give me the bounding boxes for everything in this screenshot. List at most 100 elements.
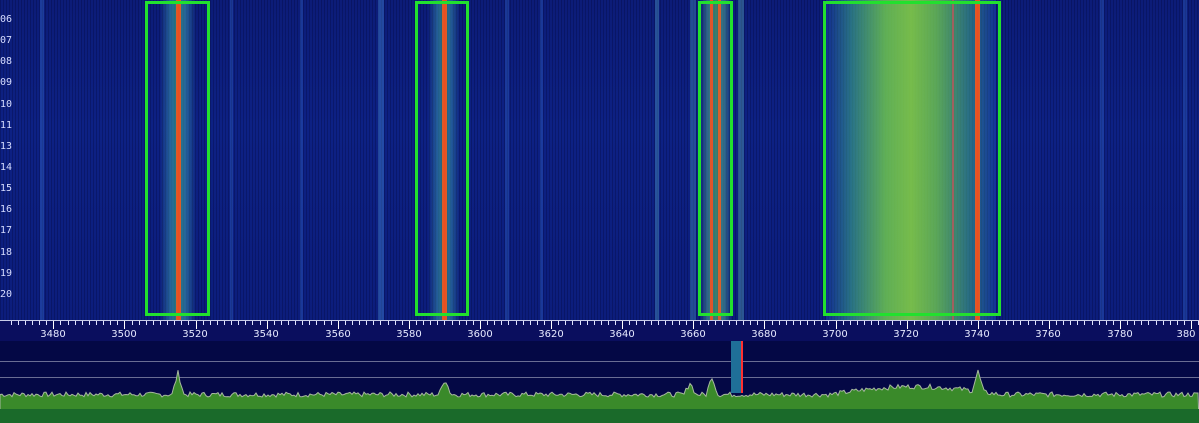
freq-label: 3640 [609, 329, 635, 340]
axis-tick [1006, 321, 1007, 325]
axis-tick [914, 321, 915, 325]
axis-tick [544, 321, 545, 325]
axis-tick [736, 321, 737, 325]
axis-tick [708, 321, 709, 325]
axis-tick [878, 321, 879, 325]
axis-tick [793, 321, 794, 325]
axis-tick [964, 321, 965, 325]
waterfall-streak [540, 0, 543, 320]
axis-tick [416, 321, 417, 325]
axis-tick [260, 321, 261, 325]
axis-tick [1092, 321, 1093, 325]
time-label: 17 [0, 225, 13, 236]
axis-tick [203, 321, 204, 325]
axis-tick [1035, 321, 1036, 325]
axis-tick [1184, 321, 1185, 325]
time-label: 20 [0, 289, 13, 300]
axis-tick [814, 321, 815, 325]
axis-tick [843, 321, 844, 325]
axis-tick [693, 321, 694, 329]
axis-tick [68, 321, 69, 325]
axis-tick [1148, 321, 1149, 325]
axis-tick [921, 321, 922, 325]
time-label: 16 [0, 204, 13, 215]
axis-tick [139, 321, 140, 325]
axis-tick [658, 321, 659, 325]
axis-tick [288, 321, 289, 325]
axis-tick [117, 321, 118, 325]
freq-label: 3720 [893, 329, 919, 340]
axis-tick [1056, 321, 1057, 325]
axis-tick [82, 321, 83, 325]
axis-tick [1013, 321, 1014, 325]
axis-tick [1077, 321, 1078, 325]
time-label: 11 [0, 120, 13, 131]
axis-tick [551, 321, 552, 329]
axis-tick [949, 321, 950, 325]
axis-tick [267, 321, 268, 329]
signal-selection-box-2[interactable] [415, 1, 469, 316]
axis-tick [217, 321, 218, 325]
time-label: 19 [0, 268, 13, 279]
axis-tick [857, 321, 858, 325]
axis-tick [1063, 321, 1064, 325]
axis-tick [956, 321, 957, 325]
axis-tick [444, 321, 445, 325]
axis-tick [999, 321, 1000, 325]
axis-tick [1106, 321, 1107, 325]
axis-tick [487, 321, 488, 325]
freq-label: 3520 [182, 329, 208, 340]
axis-tick [523, 321, 524, 325]
signal-selection-box-3[interactable] [698, 1, 733, 316]
frequency-axis[interactable]: 3480 3500 3520 3540 3560 3580 3600 3620 … [0, 320, 1199, 342]
waterfall-display[interactable]: 06 07 08 09 10 11 13 14 15 16 17 18 19 2… [0, 0, 1199, 320]
axis-tick [636, 321, 637, 325]
axis-tick [1099, 321, 1100, 325]
axis-tick [715, 321, 716, 325]
axis-tick [828, 321, 829, 325]
freq-label: 3740 [964, 329, 990, 340]
waterfall-streak [655, 0, 659, 320]
waterfall-streak [40, 0, 44, 320]
signal-selection-box-4[interactable] [823, 1, 1001, 316]
axis-tick [772, 321, 773, 325]
axis-tick [622, 321, 623, 329]
axis-tick [978, 321, 979, 329]
axis-tick [494, 321, 495, 325]
waterfall-streak [300, 0, 303, 320]
axis-tick [167, 321, 168, 325]
axis-tick [821, 321, 822, 325]
freq-label: 3540 [253, 329, 279, 340]
axis-tick [295, 321, 296, 325]
axis-tick [587, 321, 588, 325]
axis-tick [11, 321, 12, 325]
waterfall-streak [378, 0, 384, 320]
axis-tick [459, 321, 460, 325]
axis-tick [466, 321, 467, 325]
axis-tick [1191, 321, 1192, 329]
axis-tick [907, 321, 908, 329]
axis-tick [1156, 321, 1157, 325]
freq-label: 3600 [467, 329, 493, 340]
waterfall-streak [505, 0, 509, 320]
spectrum-display[interactable] [0, 341, 1199, 423]
axis-tick [679, 321, 680, 325]
axis-tick [18, 321, 19, 325]
axis-tick [1170, 321, 1171, 325]
axis-tick [1163, 321, 1164, 325]
axis-tick [196, 321, 197, 329]
freq-label: 3620 [538, 329, 564, 340]
signal-selection-box-1[interactable] [145, 1, 210, 316]
spectrum-trace [0, 369, 1199, 423]
time-label: 06 [0, 14, 13, 25]
axis-tick [1049, 321, 1050, 329]
axis-tick [252, 321, 253, 325]
axis-tick [25, 321, 26, 325]
freq-label: 380 [1176, 329, 1196, 340]
axis-tick [992, 321, 993, 325]
axis-tick [850, 321, 851, 325]
axis-tick [757, 321, 758, 325]
freq-label: 3580 [396, 329, 422, 340]
time-label: 14 [0, 162, 13, 173]
axis-tick [452, 321, 453, 325]
